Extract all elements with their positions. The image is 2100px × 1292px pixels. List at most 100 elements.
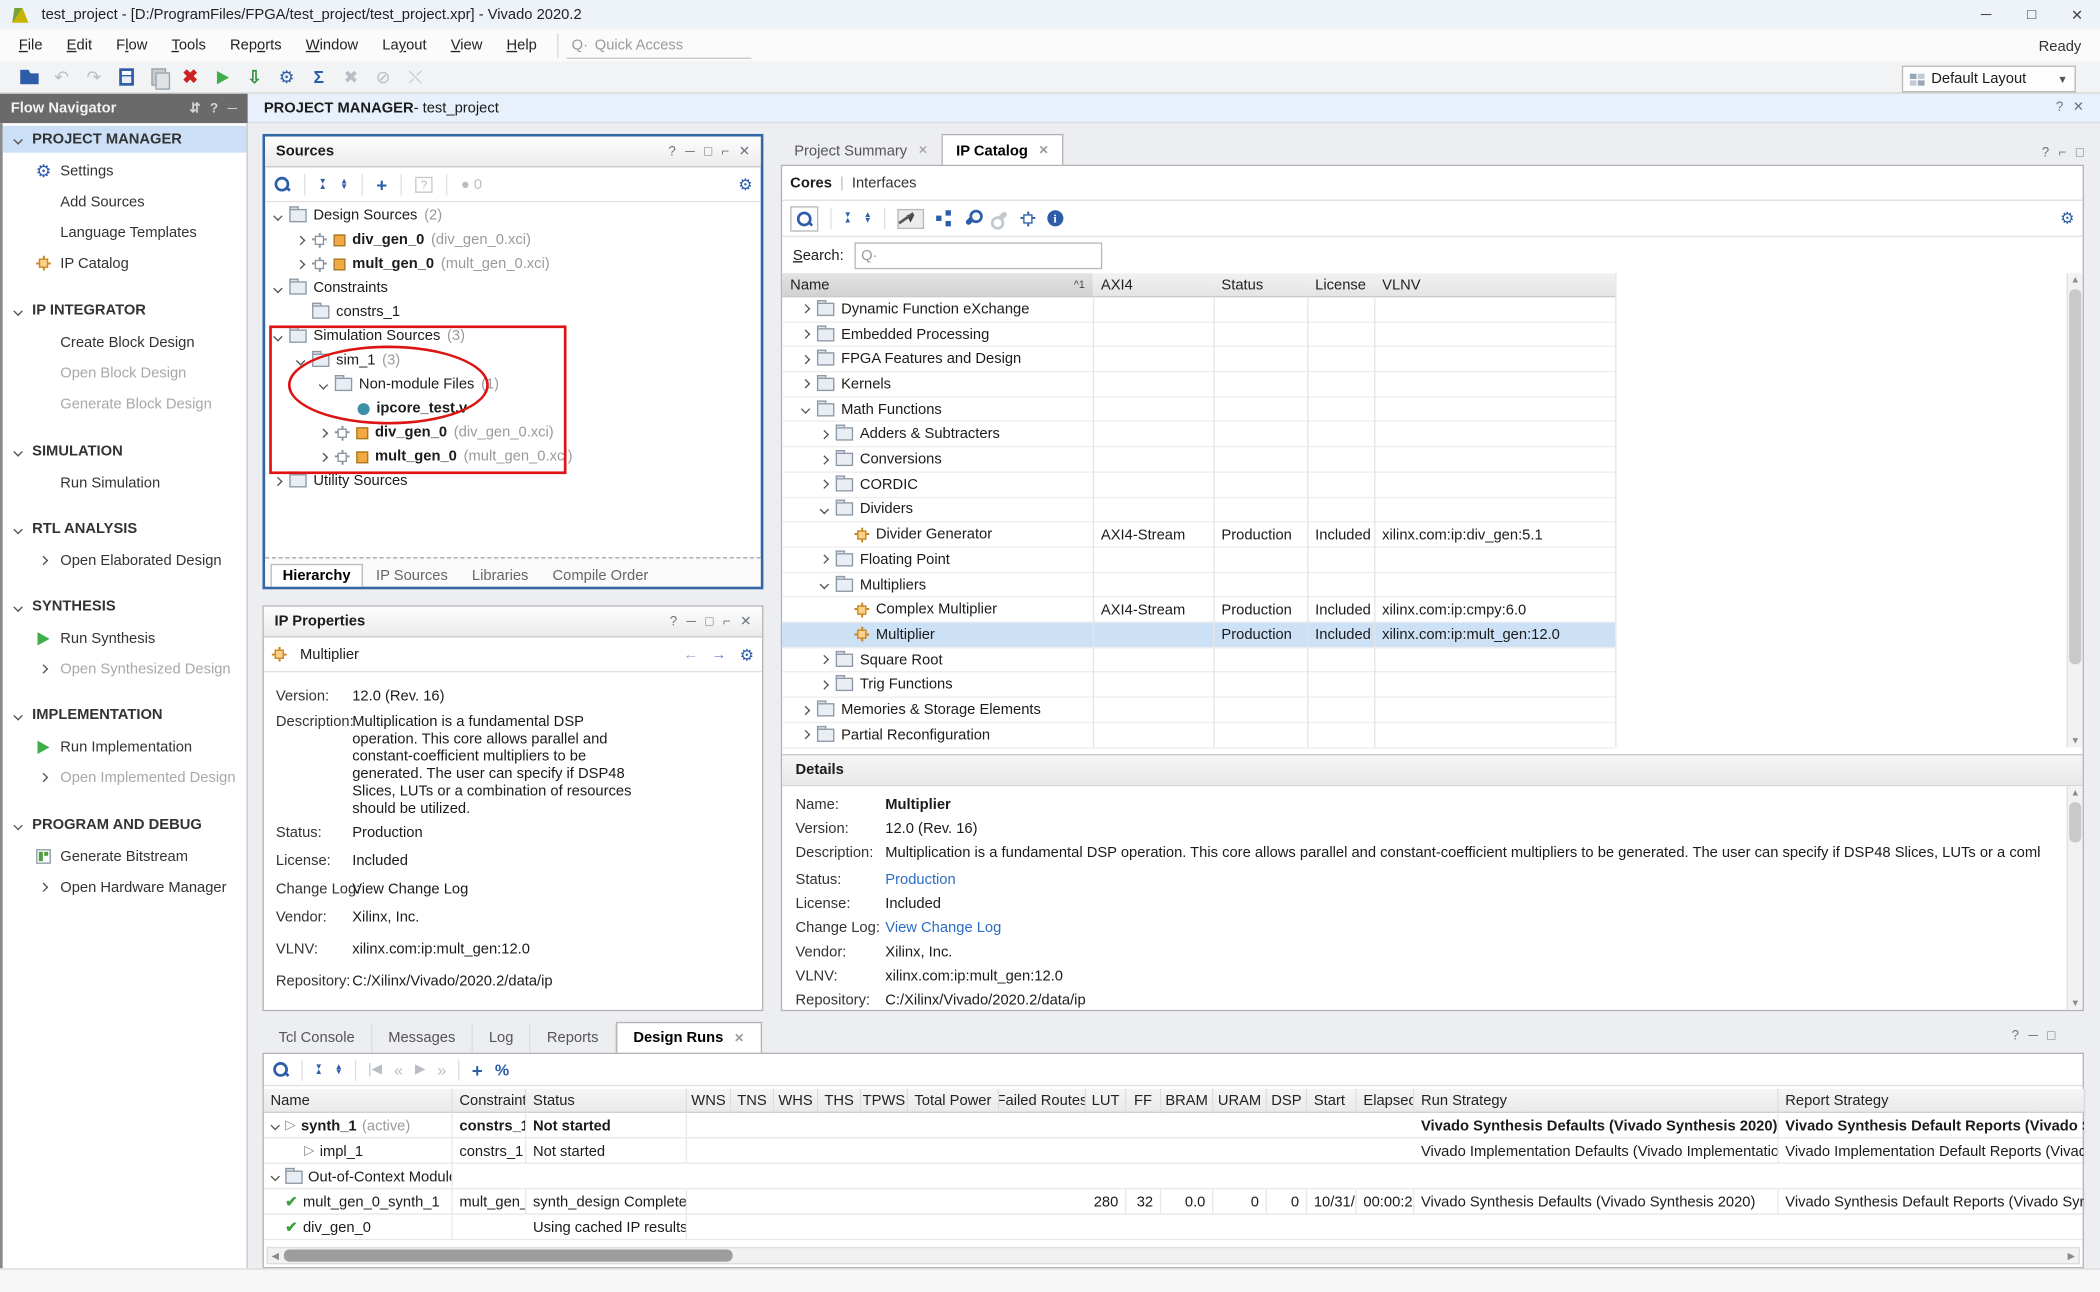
chevron-right-icon[interactable] <box>820 455 829 464</box>
bottom-tab-messages[interactable]: Messages <box>372 1023 473 1052</box>
runs-column-total-power[interactable]: Total Power <box>908 1089 999 1113</box>
pane-control-icon[interactable]: ⌐ <box>2059 146 2067 161</box>
chevron-right-icon[interactable] <box>820 680 829 689</box>
runs-column-wns[interactable]: WNS <box>687 1089 731 1113</box>
close-icon[interactable]: ✕ <box>2054 1 2100 29</box>
collapse-all-icon[interactable]: ▼▲ <box>319 179 327 190</box>
sources-tab-hierarchy[interactable]: Hierarchy <box>271 564 363 587</box>
runs-column-ths[interactable]: THS <box>818 1089 861 1113</box>
collapse-all-icon[interactable]: ▼▲ <box>315 1064 323 1075</box>
flownav-item-add-sources[interactable]: Add Sources <box>3 186 247 217</box>
collapse-all-icon[interactable]: ▼▲ <box>844 213 852 224</box>
chevron-down-icon[interactable] <box>820 505 829 514</box>
pane-control-icon[interactable]: □ <box>2047 1029 2055 1044</box>
catalog-tree-row[interactable]: Square Root <box>782 648 1615 673</box>
catalog-tree-row[interactable]: Dividers <box>782 498 1615 523</box>
catalog-vertical-scrollbar[interactable]: ▲ ▼ <box>2067 273 2083 747</box>
create-run-icon[interactable]: + <box>472 1059 483 1080</box>
bottom-tab-reports[interactable]: Reports <box>531 1023 616 1052</box>
chevron-right-icon[interactable] <box>801 730 810 739</box>
chevron-right-icon[interactable] <box>820 430 829 439</box>
catalog-search-input[interactable]: Q· <box>854 242 1102 269</box>
chevron-down-icon[interactable] <box>820 580 829 589</box>
flownav-item-run-synthesis[interactable]: Run Synthesis <box>3 623 247 654</box>
catalog-tree-row[interactable]: Memories & Storage Elements <box>782 698 1615 723</box>
chevron-right-icon[interactable] <box>820 555 829 564</box>
runs-column-status[interactable]: Status <box>526 1089 687 1113</box>
column-header-status[interactable]: Status <box>1213 273 1307 297</box>
expand-all-icon[interactable]: ▲▼ <box>340 179 348 190</box>
delete-icon[interactable]: ✖ <box>174 64 206 91</box>
property-value[interactable]: View Change Log <box>352 881 468 897</box>
forward-arrow-icon[interactable]: → <box>711 646 726 662</box>
flownav-item-run-simulation[interactable]: Run Simulation <box>3 467 247 498</box>
pane-control-icon[interactable]: ? <box>2042 146 2049 161</box>
source-tree-row[interactable]: Design Sources (2) <box>265 204 761 228</box>
details-vertical-scrollbar[interactable]: ▲ ▼ <box>2067 786 2083 1010</box>
runs-column-uram[interactable]: URAM <box>1213 1089 1267 1113</box>
add-sources-icon[interactable]: + <box>376 173 387 194</box>
catalog-tree-row[interactable]: Partial Reconfiguration <box>782 723 1615 748</box>
cell-name[interactable]: Out-of-Context Module Runs <box>264 1164 453 1189</box>
pane-control-icon[interactable]: ? <box>2012 1029 2019 1044</box>
expand-all-icon[interactable]: ▲▼ <box>864 213 872 224</box>
flownav-section-project-manager[interactable]: PROJECT MANAGER <box>3 126 247 153</box>
source-tree-row[interactable]: ipcore_test.v <box>265 396 761 420</box>
flownav-section-program-and-debug[interactable]: PROGRAM AND DEBUG <box>3 812 247 839</box>
runs-column-constraints[interactable]: Constraints <box>453 1089 527 1113</box>
close-icon[interactable]: ✕ <box>734 1031 744 1046</box>
details-value[interactable]: View Change Log <box>885 920 2039 936</box>
search-icon[interactable] <box>273 175 290 192</box>
chevron-right-icon[interactable] <box>801 304 810 313</box>
run-icon[interactable] <box>206 64 238 91</box>
help-icon[interactable]: ? <box>210 101 218 116</box>
sources-tab-compile-order[interactable]: Compile Order <box>542 565 659 586</box>
source-tree-row[interactable]: sim_1 (3) <box>265 348 761 372</box>
pane-control-icon[interactable]: ─ <box>687 614 697 629</box>
source-tree-row[interactable]: Non-module Files (1) <box>265 372 761 396</box>
pane-control-icon[interactable]: ─ <box>685 144 695 159</box>
runs-column-failed-routes[interactable]: Failed Routes <box>999 1089 1086 1113</box>
cell-name[interactable]: ▷impl_1 <box>264 1138 453 1163</box>
cell-name[interactable]: ▷synth_1 (active) <box>264 1113 453 1138</box>
percent-icon[interactable]: % <box>495 1060 509 1079</box>
menu-file[interactable]: File <box>7 38 55 54</box>
runs-column-run-strategy[interactable]: Run Strategy <box>1414 1089 1778 1113</box>
bottom-tab-log[interactable]: Log <box>473 1023 531 1052</box>
flownav-item-open-elaborated-design[interactable]: Open Elaborated Design <box>3 545 247 576</box>
flownav-section-synthesis[interactable]: SYNTHESIS <box>3 593 247 620</box>
runs-column-ff[interactable]: FF <box>1126 1089 1161 1113</box>
menu-tools[interactable]: Tools <box>159 38 218 54</box>
runs-column-report-strategy[interactable]: Report Strategy <box>1779 1089 2086 1113</box>
runs-column-whs[interactable]: WHS <box>774 1089 818 1113</box>
redo-icon[interactable]: ↷ <box>78 64 110 91</box>
pane-control-icon[interactable]: ? <box>670 614 677 629</box>
pane-control-icon[interactable]: ? <box>668 144 675 159</box>
column-header-vlnv[interactable]: VLNV <box>1374 273 1615 297</box>
pane-control-icon[interactable]: ⌐ <box>723 614 731 629</box>
chevron-down-icon[interactable] <box>319 380 328 389</box>
catalog-tree-row[interactable]: Dynamic Function eXchange <box>782 297 1615 322</box>
design-run-row[interactable] <box>264 1164 2083 1189</box>
menu-flow[interactable]: Flow <box>104 38 159 54</box>
menu-edit[interactable]: Edit <box>55 38 105 54</box>
quick-access-input[interactable]: Q· Quick Access <box>566 33 751 58</box>
runs-column-tns[interactable]: TNS <box>731 1089 774 1113</box>
flownav-item-generate-bitstream[interactable]: Generate Bitstream <box>3 841 247 872</box>
catalog-tree-row[interactable]: Math Functions <box>782 397 1615 422</box>
scroll-left-icon[interactable]: ◀ <box>268 1250 283 1263</box>
pane-control-icon[interactable]: ⌐ <box>722 144 730 159</box>
runs-column-start[interactable]: Start <box>1307 1089 1357 1113</box>
minimize-icon[interactable]: ─ <box>1963 1 2009 29</box>
add-repository-icon[interactable] <box>1020 211 1035 226</box>
open-project-icon[interactable] <box>13 64 45 91</box>
scroll-down-icon[interactable]: ▼ <box>2068 996 2083 1009</box>
report-sigma-icon[interactable]: Σ <box>303 64 335 91</box>
layout-selector[interactable]: Default Layout ▼ <box>1902 66 2076 93</box>
flownav-item-open-hardware-manager[interactable]: Open Hardware Manager <box>3 872 247 903</box>
catalog-tree-row[interactable]: Adders & Subtracters <box>782 423 1615 448</box>
chevron-right-icon[interactable] <box>801 705 810 714</box>
back-arrow-icon[interactable]: ← <box>683 646 698 662</box>
bottom-tab-design-runs[interactable]: Design Runs✕ <box>616 1022 762 1053</box>
source-tree-row[interactable]: Constraints <box>265 276 761 300</box>
